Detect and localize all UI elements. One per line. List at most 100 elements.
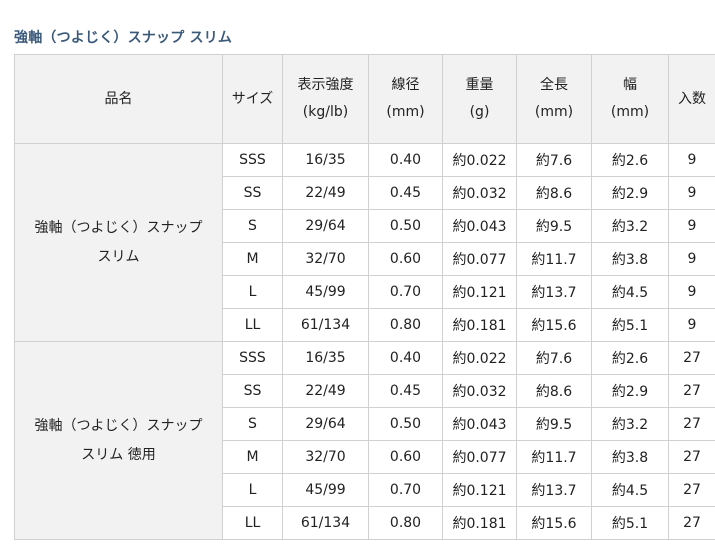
size-cell: S	[222, 407, 283, 441]
weight-cell: 約0.022	[442, 143, 517, 177]
product-name-line1: 強軸（つよじく）スナップ	[34, 219, 203, 236]
diameter-cell: 0.80	[368, 308, 443, 342]
strength-cell: 22/49	[282, 176, 369, 210]
strength-cell: 16/35	[282, 341, 369, 375]
weight-cell: 約0.181	[442, 506, 517, 540]
weight-cell: 約0.121	[442, 275, 517, 309]
width-cell: 約3.8	[591, 242, 669, 276]
diameter-cell: 0.45	[368, 374, 443, 408]
strength-cell: 45/99	[282, 275, 369, 309]
qty-cell: 9	[668, 176, 715, 210]
size-cell: LL	[222, 506, 283, 540]
length-cell: 約8.6	[516, 176, 592, 210]
qty-cell: 27	[668, 506, 715, 540]
length-cell: 約15.6	[516, 308, 592, 342]
qty-cell: 9	[668, 308, 715, 342]
header-row: 品名 サイズ 表示強度 (kg/lb) 線径 (mm) 重量 (g) 全長 (mm) 幅…	[14, 54, 715, 144]
header-cell-strength: 表示強度 (kg/lb)	[282, 54, 369, 144]
width-cell: 約2.6	[591, 143, 669, 177]
product-name-line2: スリム	[97, 248, 140, 265]
weight-cell: 約0.043	[442, 407, 517, 441]
product-name-line2: スリム 徳用	[81, 446, 156, 463]
product-name-cell: 強軸（つよじく）スナップ スリム 徳用	[14, 341, 223, 540]
length-cell: 約13.7	[516, 275, 592, 309]
size-cell: L	[222, 275, 283, 309]
qty-cell: 9	[668, 209, 715, 243]
size-cell: S	[222, 209, 283, 243]
width-cell: 約2.9	[591, 176, 669, 210]
width-cell: 約5.1	[591, 506, 669, 540]
header-cell-diameter: 線径 (mm)	[368, 54, 443, 144]
qty-cell: 27	[668, 473, 715, 507]
header-cell-width: 幅 (mm)	[591, 54, 669, 144]
size-cell: LL	[222, 308, 283, 342]
width-cell: 約2.6	[591, 341, 669, 375]
strength-cell: 22/49	[282, 374, 369, 408]
qty-cell: 27	[668, 440, 715, 474]
length-cell: 約11.7	[516, 242, 592, 276]
width-cell: 約4.5	[591, 473, 669, 507]
length-cell: 約7.6	[516, 341, 592, 375]
size-cell: M	[222, 440, 283, 474]
weight-cell: 約0.077	[442, 440, 517, 474]
size-cell: SSS	[222, 143, 283, 177]
strength-cell: 32/70	[282, 440, 369, 474]
header-cell-name: 品名	[14, 54, 223, 144]
size-cell: SS	[222, 374, 283, 408]
size-cell: L	[222, 473, 283, 507]
qty-cell: 27	[668, 407, 715, 441]
header-cell-length: 全長 (mm)	[516, 54, 592, 144]
width-cell: 約3.2	[591, 209, 669, 243]
weight-cell: 約0.181	[442, 308, 517, 342]
length-cell: 約11.7	[516, 440, 592, 474]
weight-cell: 約0.022	[442, 341, 517, 375]
spec-table: 品名 サイズ 表示強度 (kg/lb) 線径 (mm) 重量 (g) 全長 (mm) 幅…	[14, 54, 715, 540]
diameter-cell: 0.45	[368, 176, 443, 210]
weight-cell: 約0.077	[442, 242, 517, 276]
qty-cell: 27	[668, 374, 715, 408]
strength-cell: 61/134	[282, 506, 369, 540]
diameter-cell: 0.80	[368, 506, 443, 540]
qty-cell: 9	[668, 143, 715, 177]
strength-cell: 29/64	[282, 407, 369, 441]
table-row: 強軸（つよじく）スナップ スリム 徳用 SSS 16/35 0.40 約0.022 約7.6…	[14, 341, 715, 540]
qty-cell: 9	[668, 242, 715, 276]
length-cell: 約15.6	[516, 506, 592, 540]
product-name-line1: 強軸（つよじく）スナップ	[34, 417, 203, 434]
diameter-cell: 0.60	[368, 242, 443, 276]
length-cell: 約13.7	[516, 473, 592, 507]
diameter-cell: 0.40	[368, 341, 443, 375]
strength-cell: 16/35	[282, 143, 369, 177]
strength-cell: 32/70	[282, 242, 369, 276]
weight-cell: 約0.043	[442, 209, 517, 243]
diameter-cell: 0.40	[368, 143, 443, 177]
strength-cell: 61/134	[282, 308, 369, 342]
diameter-cell: 0.70	[368, 473, 443, 507]
size-cell: SSS	[222, 341, 283, 375]
strength-cell: 29/64	[282, 209, 369, 243]
size-cell: M	[222, 242, 283, 276]
diameter-cell: 0.50	[368, 209, 443, 243]
diameter-cell: 0.60	[368, 440, 443, 474]
width-cell: 約2.9	[591, 374, 669, 408]
diameter-cell: 0.70	[368, 275, 443, 309]
weight-cell: 約0.121	[442, 473, 517, 507]
weight-cell: 約0.032	[442, 176, 517, 210]
qty-cell: 27	[668, 341, 715, 375]
length-cell: 約8.6	[516, 374, 592, 408]
header-cell-size: サイズ	[222, 54, 283, 144]
qty-cell: 9	[668, 275, 715, 309]
strength-cell: 45/99	[282, 473, 369, 507]
width-cell: 約3.8	[591, 440, 669, 474]
size-cell: SS	[222, 176, 283, 210]
header-cell-weight: 重量 (g)	[442, 54, 517, 144]
width-cell: 約5.1	[591, 308, 669, 342]
length-cell: 約7.6	[516, 143, 592, 177]
table-row: 強軸（つよじく）スナップ スリム SSS 16/35 0.40 約0.022 約7.6 約2.…	[14, 143, 715, 342]
width-cell: 約3.2	[591, 407, 669, 441]
length-cell: 約9.5	[516, 209, 592, 243]
header-cell-qty: 入数	[668, 54, 715, 144]
page-title: 強軸（つよじく）スナップ スリム	[14, 30, 233, 46]
product-name-cell: 強軸（つよじく）スナップ スリム	[14, 143, 223, 342]
width-cell: 約4.5	[591, 275, 669, 309]
